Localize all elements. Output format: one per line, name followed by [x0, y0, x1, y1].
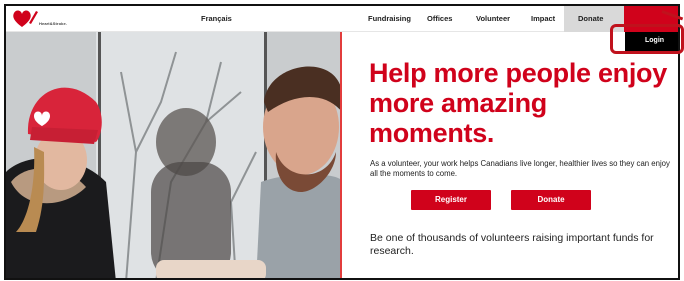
browser-frame: Heart&Stroke. Français Fundraising Offic…: [4, 4, 680, 280]
nav-donate-label: Donate: [578, 14, 604, 23]
nav-item-fundraising[interactable]: Fundraising: [368, 14, 411, 23]
top-navigation: Heart&Stroke. Français Fundraising Offic…: [6, 6, 678, 32]
heart-logo-icon: [13, 10, 38, 27]
nav-item-impact[interactable]: Impact: [531, 14, 555, 23]
donate-button[interactable]: Donate: [511, 190, 591, 210]
nav-item-volunteer[interactable]: Volunteer: [476, 14, 510, 23]
logo-wordmark: Heart&Stroke.: [39, 21, 67, 26]
hero-headline: Help more people enjoy more amazing mome…: [369, 58, 667, 148]
register-button[interactable]: Register: [411, 190, 491, 210]
nav-item-offices[interactable]: Offices: [427, 14, 452, 23]
hero-photo: [6, 32, 342, 278]
language-toggle-link[interactable]: Français: [201, 14, 232, 23]
heart-and-stroke-logo[interactable]: Heart&Stroke.: [12, 9, 72, 29]
volunteers-photo-image: [6, 32, 340, 278]
login-callout-highlight: [610, 24, 684, 54]
volunteer-paragraph: Be one of thousands of volunteers raisin…: [370, 232, 654, 257]
hero-subtext: As a volunteer, your work helps Canadian…: [370, 159, 670, 178]
